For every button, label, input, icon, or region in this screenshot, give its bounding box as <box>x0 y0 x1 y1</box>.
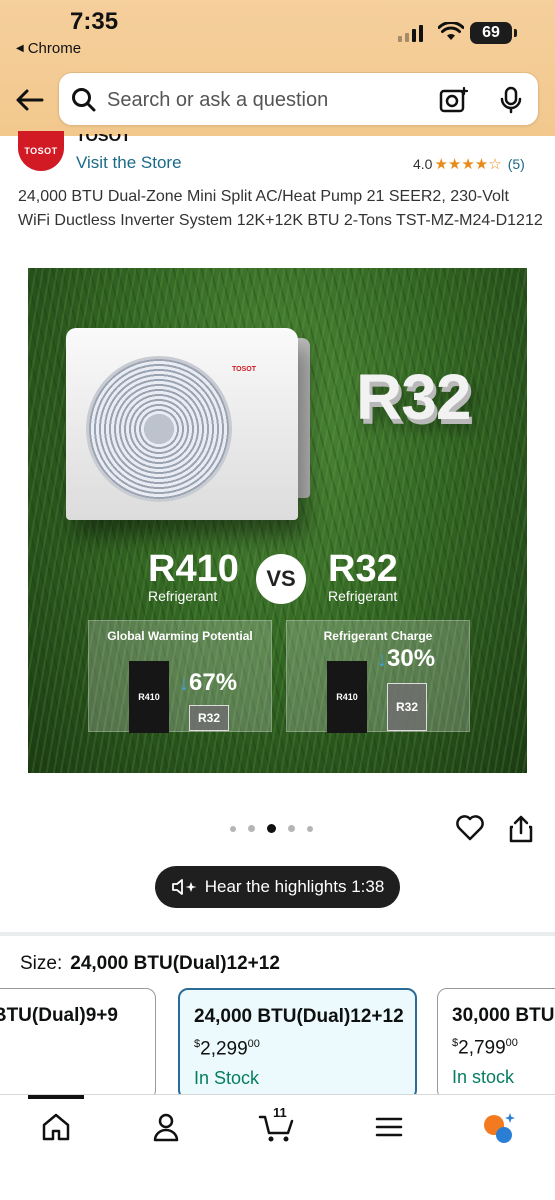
size-option[interactable]: 30,000 BTU $2,79900 In stock <box>437 988 555 1100</box>
rating-count: (5) <box>507 156 525 172</box>
size-row: Size: 24,000 BTU(Dual)12+12 <box>20 953 280 975</box>
compare-left-sub: Refrigerant <box>148 588 218 604</box>
wifi-icon <box>438 22 464 40</box>
gwp-card: Global Warming Potential R410 ↓67% R32 <box>88 620 272 733</box>
rating-value: 4.0 <box>413 156 433 172</box>
active-tab-indicator <box>28 1095 84 1099</box>
section-divider <box>0 932 555 936</box>
gwp-reduction: ↓67% <box>179 669 238 696</box>
visit-store-link[interactable]: Visit the Store <box>76 153 182 173</box>
compare-right-sub: Refrigerant <box>328 588 398 604</box>
size-option-price: $2,29900 <box>194 1038 260 1060</box>
carousel-dot[interactable] <box>288 825 295 832</box>
product-image[interactable]: TOSOT R32 R410 Refrigerant VS R32 Refrig… <box>28 268 527 773</box>
charge-card-title: Refrigerant Charge <box>323 629 433 643</box>
charge-r32-bar: R32 <box>387 683 427 731</box>
back-app-label: Chrome <box>27 40 82 57</box>
star-rating-icon: ★★★★☆ <box>434 156 502 173</box>
search-bar[interactable]: Search or ask a question <box>58 72 539 126</box>
search-placeholder[interactable]: Search or ask a question <box>107 89 328 112</box>
gwp-r32-bar: R32 <box>189 705 229 731</box>
brand-name: TOSOT <box>76 134 131 144</box>
unit-logo: TOSOT <box>232 366 256 373</box>
hear-highlights-label: Hear the highlights 1:38 <box>204 877 385 896</box>
home-icon[interactable] <box>40 1111 72 1143</box>
vs-badge: VS <box>256 554 306 604</box>
gwp-r410-bar: R410 <box>129 661 169 733</box>
carousel-dot[interactable] <box>248 825 255 832</box>
size-option[interactable]: 0 BTU(Dual)9+9 900 ck <box>0 988 156 1100</box>
carousel-dot-active[interactable] <box>267 824 276 833</box>
size-option-stock: In Stock <box>194 1068 260 1088</box>
speaker-sparkle-icon <box>171 879 197 895</box>
menu-icon[interactable] <box>374 1111 404 1143</box>
size-option-stock: In stock <box>452 1067 515 1087</box>
heart-icon[interactable] <box>455 814 485 842</box>
bottom-nav: 11 <box>0 1094 555 1200</box>
down-arrow-icon: ↓ <box>179 673 189 695</box>
product-title: 24,000 BTU Dual-Zone Mini Split AC/Heat … <box>18 188 543 229</box>
cellular-signal-icon <box>398 24 423 42</box>
gwp-card-title: Global Warming Potential <box>107 629 253 643</box>
brand-logo[interactable]: TOSOT <box>18 131 64 171</box>
back-to-app[interactable]: ◀ Chrome <box>16 40 81 57</box>
status-time: 7:35 <box>70 8 119 35</box>
charge-reduction: ↓30% <box>377 645 436 672</box>
size-option-name: 30,000 BTU <box>452 1005 555 1026</box>
charge-r410-bar: R410 <box>327 661 367 733</box>
back-triangle-icon: ◀ <box>16 43 24 54</box>
size-option-selected[interactable]: 24,000 BTU(Dual)12+12 $2,29900 In Stock <box>178 988 417 1100</box>
carousel-dots[interactable] <box>230 824 313 833</box>
cart-icon[interactable] <box>258 1111 296 1143</box>
size-option-price: $2,79900 <box>452 1037 518 1059</box>
search-icon <box>72 88 96 112</box>
size-label: Size: <box>20 953 63 974</box>
rufus-assistant-icon[interactable] <box>480 1111 516 1145</box>
size-option-name: 0 BTU(Dual)9+9 <box>0 1005 118 1026</box>
microphone-icon[interactable] <box>499 86 523 114</box>
hear-highlights-button[interactable]: Hear the highlights 1:38 <box>155 866 400 908</box>
size-option-name: 24,000 BTU(Dual)12+12 <box>194 1006 404 1027</box>
down-arrow-icon: ↓ <box>377 649 387 671</box>
charge-card: Refrigerant Charge R410 ↓30% R32 <box>286 620 470 733</box>
battery-indicator: 69 <box>470 22 517 44</box>
rating-summary[interactable]: 4.0 ★★★★☆ (5) <box>413 155 525 173</box>
carousel-dot[interactable] <box>307 825 313 832</box>
ac-outdoor-unit: TOSOT <box>66 328 298 520</box>
compare-left-name: R410 <box>148 548 239 590</box>
carousel-dot[interactable] <box>230 825 236 832</box>
r32-headline: R32 <box>356 361 471 433</box>
compare-right: R32 Refrigerant <box>328 550 398 604</box>
browser-header: 7:35 ◀ Chrome 69 Search or ask a questio… <box>0 0 555 136</box>
back-arrow-icon[interactable] <box>14 86 44 114</box>
compare-left: R410 Refrigerant <box>148 550 239 604</box>
compare-right-name: R32 <box>328 548 398 590</box>
camera-search-icon[interactable] <box>439 86 469 114</box>
share-icon[interactable] <box>508 814 534 844</box>
fan-grille-icon <box>86 356 232 502</box>
account-icon[interactable] <box>150 1111 182 1143</box>
size-selected: 24,000 BTU(Dual)12+12 <box>70 953 280 974</box>
